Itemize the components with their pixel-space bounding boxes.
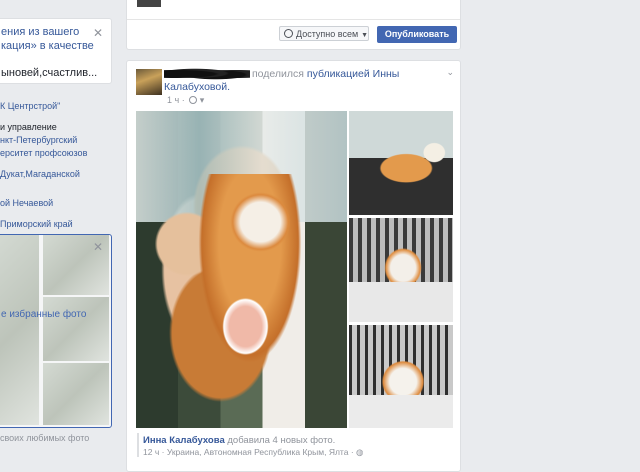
attribution-divider bbox=[137, 433, 139, 457]
close-icon[interactable]: ✕ bbox=[93, 241, 103, 253]
post-photo-main[interactable] bbox=[136, 111, 347, 428]
intro-item[interactable]: ой Нечаевой bbox=[0, 197, 112, 210]
author-avatar[interactable] bbox=[136, 69, 162, 95]
notice-line-3: ыновей,счастлив... bbox=[1, 67, 98, 79]
attribution-action: добавила 4 новых фото. bbox=[227, 435, 336, 446]
audience-selector-button[interactable]: Доступно всем ▼ bbox=[279, 26, 369, 41]
shared-text: поделился bbox=[252, 68, 304, 80]
author-name-redacted bbox=[164, 67, 250, 81]
original-author-link[interactable]: Инна Калабухова bbox=[143, 435, 225, 446]
featured-photos-caption: своих любимых фото bbox=[0, 433, 90, 443]
left-column: ения из вашего кация» в качестве ыновей,… bbox=[0, 0, 112, 457]
chevron-down-icon: ▼ bbox=[361, 32, 369, 39]
avatar bbox=[137, 0, 161, 7]
featured-photo bbox=[43, 363, 109, 425]
attribution-location[interactable]: Украина, Автономная Республика Крым, Ялт… bbox=[167, 447, 349, 457]
post-photo-3[interactable] bbox=[349, 218, 453, 322]
intro-item[interactable]: нкт-Петербургский bbox=[0, 134, 112, 147]
attribution-meta: 12 ч · Украина, Автономная Республика Кр… bbox=[143, 447, 364, 457]
featured-photo bbox=[43, 297, 109, 361]
intro-item[interactable]: Приморский край bbox=[0, 218, 112, 231]
publish-button[interactable]: Опубликовать bbox=[377, 26, 457, 43]
notice-line-2: кация» в качестве bbox=[1, 40, 94, 52]
post-time[interactable]: 1 ч bbox=[167, 95, 179, 105]
globe-icon bbox=[284, 29, 293, 38]
globe-icon[interactable] bbox=[189, 96, 198, 104]
intro-item[interactable]: ерситет профсоюзов bbox=[0, 147, 112, 160]
notice-text[interactable]: ения из вашего кация» в качестве bbox=[1, 25, 94, 53]
close-icon[interactable]: ✕ bbox=[93, 27, 103, 39]
attribution-time[interactable]: 12 ч bbox=[143, 447, 159, 457]
post-meta: 1 ч · ▾ bbox=[167, 95, 205, 105]
post-photo-2[interactable] bbox=[349, 111, 453, 215]
feed-post: поделился публикацией Инны Калабуховой. … bbox=[126, 60, 461, 472]
add-featured-photos-link[interactable]: е избранные фото bbox=[1, 309, 86, 320]
notice-card: ения из вашего кация» в качестве ыновей,… bbox=[0, 18, 112, 84]
chevron-down-icon[interactable]: ▾ bbox=[200, 95, 205, 105]
featured-photo bbox=[0, 235, 39, 425]
post-photo-4[interactable] bbox=[349, 325, 453, 428]
intro-item: и управление bbox=[0, 122, 57, 132]
intro-item[interactable]: Дукат,Магаданской bbox=[0, 168, 112, 181]
audience-label: Доступно всем bbox=[296, 29, 359, 39]
intro-item[interactable]: К Центрстрой" bbox=[0, 100, 112, 113]
intro-list: К Центрстрой" и управление нкт-Петербург… bbox=[0, 100, 112, 231]
original-post-attribution: Инна Калабухова добавила 4 новых фото. bbox=[143, 435, 335, 446]
featured-photos-card[interactable]: е избранные фото ✕ bbox=[0, 234, 112, 428]
composer: Доступно всем ▼ Опубликовать bbox=[126, 0, 461, 50]
notice-line-1: ения из вашего bbox=[1, 26, 80, 38]
globe-icon: ◍ bbox=[356, 447, 364, 457]
post-options-chevron-icon[interactable]: ⌄ bbox=[446, 67, 454, 78]
